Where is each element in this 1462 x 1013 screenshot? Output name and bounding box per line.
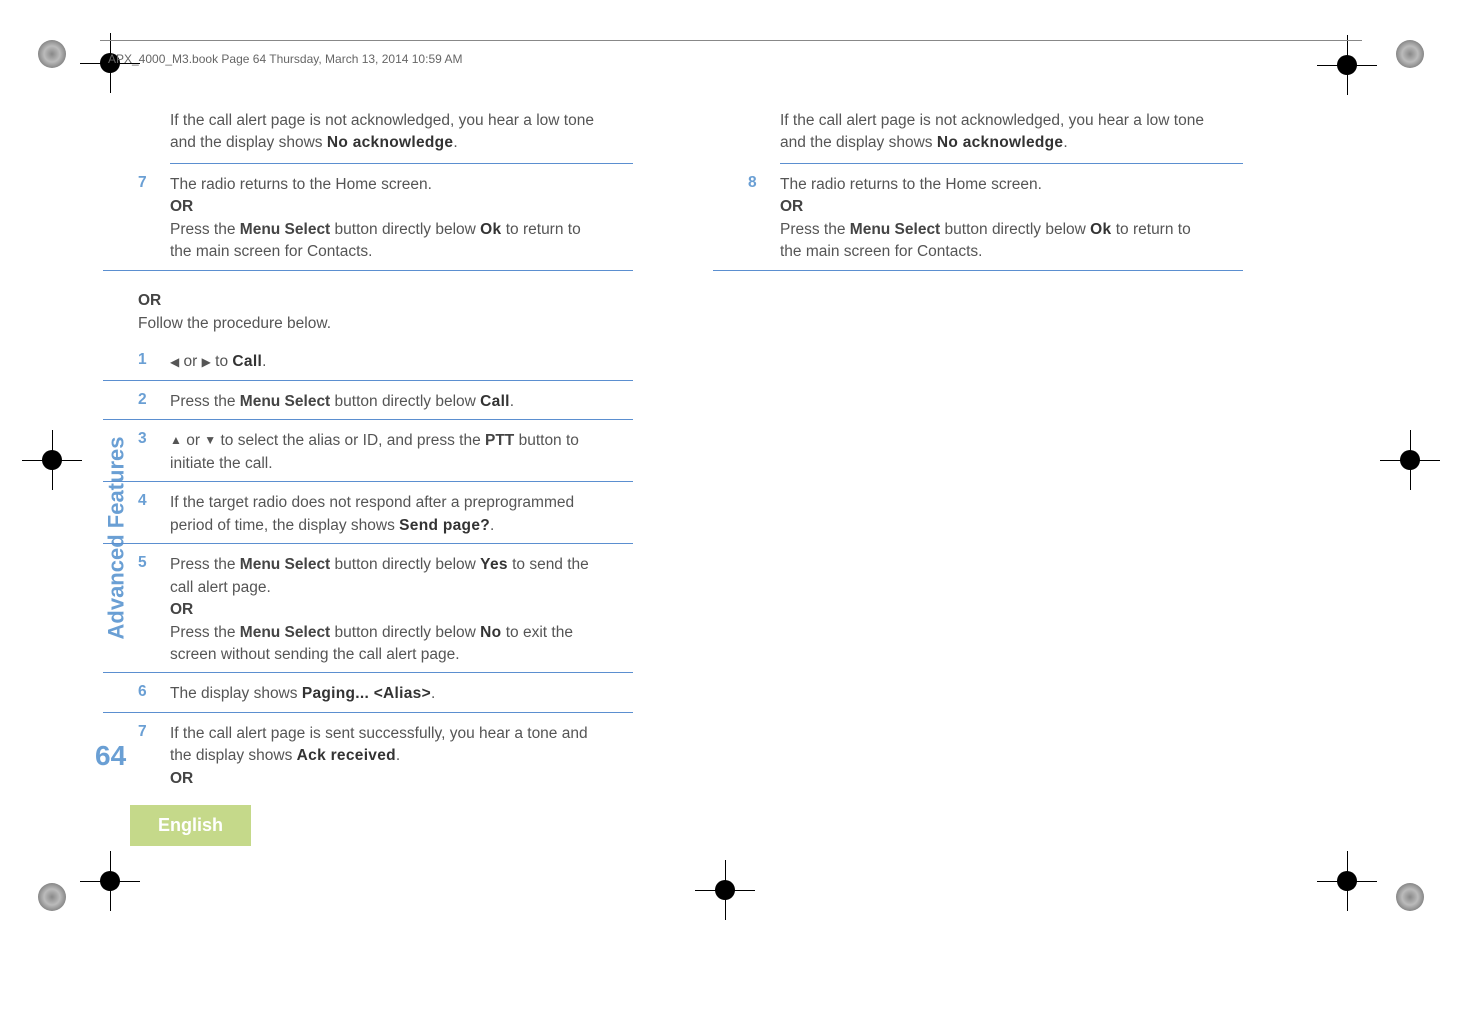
step-8: 8 The radio returns to the Home screen. … bbox=[713, 168, 1243, 271]
reg-mark-tl bbox=[36, 38, 68, 70]
step-number: 7 bbox=[138, 723, 158, 790]
crosshair-left bbox=[22, 430, 82, 490]
crosshair-bottom-right bbox=[1317, 851, 1377, 911]
text: . bbox=[396, 747, 400, 764]
content-area: If the call alert page is not acknowledg… bbox=[103, 110, 1402, 800]
step-number: 3 bbox=[138, 430, 158, 475]
text: The radio returns to the Home screen. bbox=[780, 176, 1042, 193]
continuation-text: If the call alert page is not acknowledg… bbox=[170, 110, 633, 164]
bold-text: Menu Select bbox=[240, 624, 330, 641]
text: Press the bbox=[170, 556, 240, 573]
bold-text: Menu Select bbox=[850, 221, 940, 238]
display-text: Ok bbox=[1090, 221, 1111, 238]
header-rule bbox=[100, 40, 1362, 41]
text: . bbox=[262, 353, 266, 370]
display-text: Yes bbox=[480, 556, 508, 573]
step-number: 5 bbox=[138, 554, 158, 666]
step-4: 4 If the target radio does not respond a… bbox=[103, 486, 633, 544]
step-body: Press the Menu Select button directly be… bbox=[158, 554, 633, 666]
display-text: Ack received bbox=[297, 747, 396, 764]
step-number: 6 bbox=[138, 683, 158, 705]
step-5: 5 Press the Menu Select button directly … bbox=[103, 548, 633, 673]
reg-mark-tr bbox=[1394, 38, 1426, 70]
display-text: Send page? bbox=[399, 517, 490, 534]
header-text: APX_4000_M3.book Page 64 Thursday, March… bbox=[108, 52, 462, 66]
text: . bbox=[490, 517, 494, 534]
step-body: If the target radio does not respond aft… bbox=[158, 492, 633, 537]
text: Press the bbox=[170, 393, 240, 410]
text: to bbox=[211, 353, 233, 370]
display-text: Call bbox=[232, 353, 262, 370]
step-7b: 7 If the call alert page is sent success… bbox=[103, 717, 633, 796]
step-number: 2 bbox=[138, 391, 158, 413]
step-body: The radio returns to the Home screen. OR… bbox=[768, 174, 1243, 264]
arrow-up-icon: ▲ bbox=[170, 432, 182, 449]
reg-mark-br bbox=[1394, 881, 1426, 913]
bold-text: Menu Select bbox=[240, 393, 330, 410]
or-section: OR Follow the procedure below. bbox=[138, 289, 633, 336]
text: button directly below bbox=[940, 221, 1090, 238]
or-text: OR bbox=[170, 198, 193, 215]
step-number: 4 bbox=[138, 492, 158, 537]
crosshair-bottom-left bbox=[80, 851, 140, 911]
step-6: 6 The display shows Paging... <Alias>. bbox=[103, 677, 633, 712]
text: . bbox=[510, 393, 514, 410]
display-text: Ok bbox=[480, 221, 501, 238]
step-3: 3 ▲ or ▼ to select the alias or ID, and … bbox=[103, 424, 633, 482]
text: Follow the procedure below. bbox=[138, 315, 331, 332]
display-text: Call bbox=[480, 393, 510, 410]
step-body: The radio returns to the Home screen. OR… bbox=[158, 174, 633, 264]
step-1: 1 ◀ or ▶ to Call. bbox=[103, 345, 633, 380]
step-body: ▲ or ▼ to select the alias or ID, and pr… bbox=[158, 430, 633, 475]
step-body: Press the Menu Select button directly be… bbox=[158, 391, 633, 413]
text: Press the bbox=[170, 221, 240, 238]
text: . bbox=[1063, 134, 1067, 151]
reg-mark-bl bbox=[36, 881, 68, 913]
step-body: If the call alert page is sent successfu… bbox=[158, 723, 633, 790]
text: button directly below bbox=[330, 221, 480, 238]
display-text: Paging... <Alias> bbox=[302, 685, 431, 702]
language-label: English bbox=[130, 805, 251, 846]
display-text: No acknowledge bbox=[327, 134, 454, 151]
crosshair-bottom bbox=[695, 860, 755, 920]
arrow-down-icon: ▼ bbox=[204, 432, 216, 449]
text: The radio returns to the Home screen. bbox=[170, 176, 432, 193]
text: . bbox=[453, 134, 457, 151]
text: button directly below bbox=[330, 556, 480, 573]
step-body: ◀ or ▶ to Call. bbox=[158, 351, 633, 373]
or-text: OR bbox=[170, 601, 193, 618]
step-number: 8 bbox=[748, 174, 768, 264]
text: The display shows bbox=[170, 685, 302, 702]
bold-text: Menu Select bbox=[240, 556, 330, 573]
text: to select the alias or ID, and press the bbox=[216, 432, 485, 449]
text: . bbox=[431, 685, 435, 702]
right-column: If the call alert page is not acknowledg… bbox=[713, 110, 1243, 800]
display-text: No bbox=[480, 624, 501, 641]
step-body: The display shows Paging... <Alias>. bbox=[158, 683, 633, 705]
display-text: No acknowledge bbox=[937, 134, 1064, 151]
left-column: If the call alert page is not acknowledg… bbox=[103, 110, 633, 800]
or-text: OR bbox=[138, 292, 161, 309]
step-number: 7 bbox=[138, 174, 158, 264]
bold-text: PTT bbox=[485, 432, 514, 449]
step-number: 1 bbox=[138, 351, 158, 373]
step-7: 7 The radio returns to the Home screen. … bbox=[103, 168, 633, 271]
or-text: OR bbox=[170, 770, 193, 787]
text: Press the bbox=[780, 221, 850, 238]
continuation-text: If the call alert page is not acknowledg… bbox=[780, 110, 1243, 164]
crosshair-top-right bbox=[1317, 35, 1377, 95]
text: or bbox=[179, 353, 201, 370]
text: button directly below bbox=[330, 393, 480, 410]
text: or bbox=[182, 432, 204, 449]
arrow-left-icon: ◀ bbox=[170, 354, 179, 371]
bold-text: Menu Select bbox=[240, 221, 330, 238]
arrow-right-icon: ▶ bbox=[202, 354, 211, 371]
text: If the target radio does not respond aft… bbox=[170, 494, 574, 533]
text: button directly below bbox=[330, 624, 480, 641]
text: Press the bbox=[170, 624, 240, 641]
step-2: 2 Press the Menu Select button directly … bbox=[103, 385, 633, 420]
or-text: OR bbox=[780, 198, 803, 215]
